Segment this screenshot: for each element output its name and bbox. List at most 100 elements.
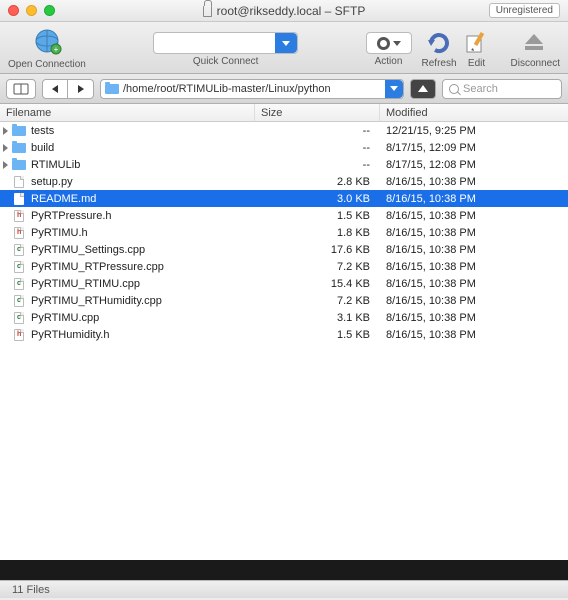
header-file-icon — [12, 227, 26, 239]
minimize-icon[interactable] — [26, 5, 37, 16]
file-modified: 8/16/15, 10:38 PM — [380, 176, 568, 188]
folder-icon — [12, 142, 26, 154]
window-controls — [8, 5, 55, 16]
window-title-text: root@rikseddy.local – SFTP — [217, 4, 366, 18]
unregistered-badge[interactable]: Unregistered — [489, 3, 560, 18]
folder-icon — [12, 125, 26, 137]
file-size: 7.2 KB — [255, 261, 380, 273]
disclosure-triangle-icon[interactable] — [3, 144, 8, 152]
open-connection-button[interactable]: + Open Connection — [8, 29, 86, 70]
chevron-down-icon[interactable] — [385, 80, 403, 98]
file-name: PyRTIMU_Settings.cpp — [31, 244, 145, 256]
forward-button[interactable] — [68, 79, 94, 99]
book-icon — [13, 83, 29, 95]
action-label: Action — [375, 56, 403, 67]
lock-icon — [203, 6, 212, 17]
arrow-right-icon — [78, 85, 84, 93]
file-size: -- — [255, 159, 380, 171]
file-name: PyRTIMU.h — [31, 227, 88, 239]
action-button[interactable] — [366, 32, 412, 54]
folder-icon — [12, 159, 26, 171]
divider-bar — [0, 560, 568, 580]
table-row[interactable]: PyRTIMU_RTPressure.cpp7.2 KB8/16/15, 10:… — [0, 258, 568, 275]
close-icon[interactable] — [8, 5, 19, 16]
quick-connect-label: Quick Connect — [193, 56, 259, 67]
disconnect-button[interactable]: Disconnect — [511, 30, 560, 69]
header-filename[interactable]: Filename — [0, 104, 255, 121]
chevron-down-icon[interactable] — [275, 33, 297, 53]
bookmarks-button[interactable] — [6, 79, 36, 99]
up-button[interactable] — [410, 79, 436, 99]
edit-label: Edit — [468, 58, 485, 69]
disconnect-label: Disconnect — [511, 58, 560, 69]
globe-icon: + — [31, 29, 63, 57]
table-row[interactable]: PyRTPressure.h 1.5 KB8/16/15, 10:38 PM — [0, 207, 568, 224]
file-name: README.md — [31, 193, 96, 205]
file-size: 2.8 KB — [255, 176, 380, 188]
file-name: PyRTIMU_RTIMU.cpp — [31, 278, 140, 290]
edit-button[interactable]: Edit — [463, 30, 491, 69]
table-row[interactable]: build--8/17/15, 12:09 PM — [0, 139, 568, 156]
table-row[interactable]: README.md 3.0 KB8/16/15, 10:38 PM — [0, 190, 568, 207]
table-row[interactable]: PyRTIMU.cpp3.1 KB8/16/15, 10:38 PM — [0, 309, 568, 326]
table-row[interactable]: PyRTHumidity.h 1.5 KB8/16/15, 10:38 PM — [0, 326, 568, 343]
table-row[interactable]: PyRTIMU_Settings.cpp 17.6 KB8/16/15, 10:3… — [0, 241, 568, 258]
file-name: PyRTPressure.h — [31, 210, 112, 222]
zoom-icon[interactable] — [44, 5, 55, 16]
file-name: tests — [31, 125, 54, 137]
refresh-icon — [425, 30, 453, 56]
action-menu[interactable]: Action — [366, 32, 412, 67]
file-size: 1.5 KB — [255, 210, 380, 222]
cpp-file-icon — [12, 244, 26, 256]
file-name: setup.py — [31, 176, 73, 188]
file-modified: 8/17/15, 12:09 PM — [380, 142, 568, 154]
file-count: 11 Files — [12, 584, 50, 596]
disclosure-triangle-icon[interactable] — [3, 161, 8, 169]
table-row[interactable]: PyRTIMU.h1.8 KB8/16/15, 10:38 PM — [0, 224, 568, 241]
table-row[interactable]: RTIMULib --8/17/15, 12:08 PM — [0, 156, 568, 173]
file-modified: 8/16/15, 10:38 PM — [380, 244, 568, 256]
header-modified[interactable]: Modified — [380, 104, 568, 121]
statusbar: 11 Files — [0, 580, 568, 598]
table-row[interactable]: PyRTIMU_RTHumidity.cpp7.2 KB8/16/15, 10:… — [0, 292, 568, 309]
path-selector[interactable]: /home/root/RTIMULib-master/Linux/python — [100, 79, 404, 99]
table-row[interactable]: tests --12/21/15, 9:25 PM — [0, 122, 568, 139]
refresh-label: Refresh — [422, 58, 457, 69]
disclosure-triangle-icon[interactable] — [3, 127, 8, 135]
header-file-icon — [12, 210, 26, 222]
table-row[interactable]: setup.py 2.8 KB8/16/15, 10:38 PM — [0, 173, 568, 190]
file-name: build — [31, 142, 54, 154]
back-button[interactable] — [42, 79, 68, 99]
file-size: 1.5 KB — [255, 329, 380, 341]
file-size: -- — [255, 125, 380, 137]
refresh-button[interactable]: Refresh — [422, 30, 457, 69]
table-row[interactable]: PyRTIMU_RTIMU.cpp15.4 KB8/16/15, 10:38 P… — [0, 275, 568, 292]
file-modified: 8/16/15, 10:38 PM — [380, 329, 568, 341]
pathbar: /home/root/RTIMULib-master/Linux/python … — [0, 74, 568, 104]
arrow-left-icon — [52, 85, 58, 93]
file-modified: 8/17/15, 12:08 PM — [380, 159, 568, 171]
toolbar: + Open Connection Quick Connect Action R… — [0, 22, 568, 74]
file-modified: 8/16/15, 10:38 PM — [380, 278, 568, 290]
file-name: PyRTIMU.cpp — [31, 312, 99, 324]
file-list[interactable]: tests--12/21/15, 9:25 PMbuild--8/17/15, … — [0, 122, 568, 560]
search-input[interactable]: Search — [442, 79, 562, 99]
eject-icon — [521, 30, 549, 56]
file-size: 3.0 KB — [255, 193, 380, 205]
column-headers: Filename Size Modified — [0, 104, 568, 122]
quick-connect: Quick Connect — [98, 32, 354, 67]
file-modified: 8/16/15, 10:38 PM — [380, 295, 568, 307]
file-icon — [12, 193, 26, 205]
header-size[interactable]: Size — [255, 104, 380, 121]
file-modified: 8/16/15, 10:38 PM — [380, 193, 568, 205]
file-icon — [12, 176, 26, 188]
file-size: 17.6 KB — [255, 244, 380, 256]
file-size: 7.2 KB — [255, 295, 380, 307]
file-name: PyRTHumidity.h — [31, 329, 109, 341]
quick-connect-input[interactable] — [153, 32, 298, 54]
folder-icon — [105, 84, 119, 94]
path-text: /home/root/RTIMULib-master/Linux/python — [123, 83, 331, 95]
file-modified: 8/16/15, 10:38 PM — [380, 210, 568, 222]
file-modified: 12/21/15, 9:25 PM — [380, 125, 568, 137]
file-name: RTIMULib — [31, 159, 80, 171]
